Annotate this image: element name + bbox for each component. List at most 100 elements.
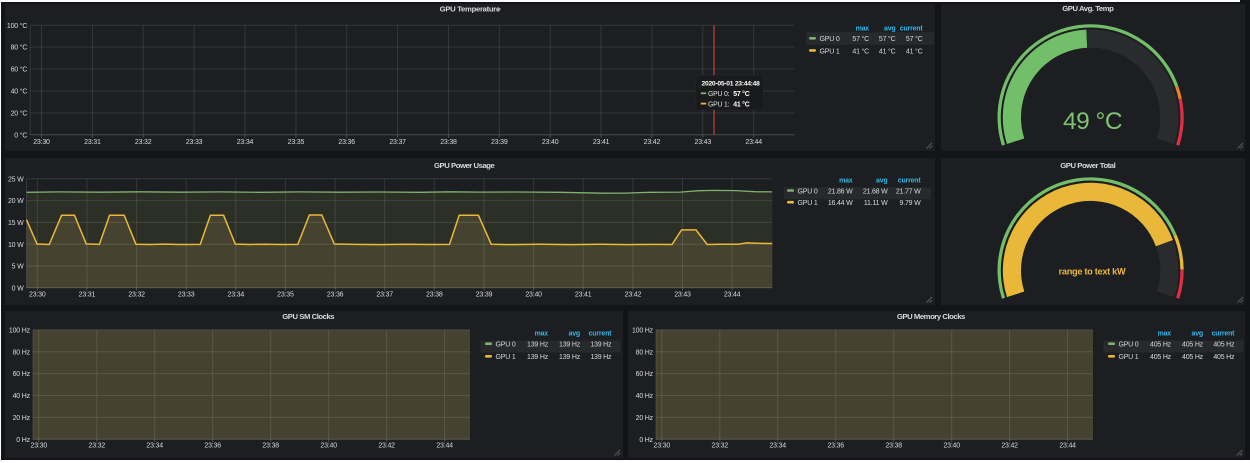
svg-text:40 Hz: 40 Hz — [636, 393, 654, 400]
svg-text:23:39: 23:39 — [476, 291, 493, 298]
svg-text:GPU 1: GPU 1 — [820, 48, 840, 55]
svg-text:100 Hz: 100 Hz — [9, 327, 31, 334]
svg-text:23:36: 23:36 — [327, 291, 344, 298]
svg-text:57 °C: 57 °C — [852, 35, 869, 43]
svg-text:60 Hz: 60 Hz — [13, 371, 31, 378]
svg-text:23:30: 23:30 — [33, 139, 50, 146]
svg-text:405 Hz: 405 Hz — [1182, 354, 1204, 361]
svg-text:GPU 1: GPU 1 — [496, 354, 516, 361]
svg-text:41 °C: 41 °C — [733, 101, 750, 109]
svg-text:100 °C: 100 °C — [7, 22, 27, 30]
svg-text:405 Hz: 405 Hz — [1150, 342, 1172, 349]
svg-text:GPU 0: GPU 0 — [1119, 342, 1139, 349]
svg-text:23:33: 23:33 — [186, 139, 203, 146]
svg-text:41 °C: 41 °C — [906, 47, 923, 55]
svg-text:23:36: 23:36 — [204, 443, 221, 450]
svg-text:40 Hz: 40 Hz — [13, 393, 31, 400]
svg-text:100 Hz: 100 Hz — [632, 327, 654, 334]
svg-text:max: max — [839, 177, 853, 184]
svg-text:23:43: 23:43 — [674, 291, 691, 298]
svg-text:max: max — [856, 25, 870, 32]
svg-text:41 °C: 41 °C — [852, 47, 869, 55]
svg-text:23:42: 23:42 — [1002, 442, 1019, 449]
svg-text:23:42: 23:42 — [625, 291, 642, 298]
svg-text:current: current — [900, 25, 924, 32]
svg-text:0 °C: 0 °C — [14, 131, 27, 139]
svg-text:139 Hz: 139 Hz — [527, 342, 549, 349]
svg-text:23:40: 23:40 — [944, 442, 961, 449]
svg-text:23:40: 23:40 — [542, 139, 559, 146]
svg-text:40 °C: 40 °C — [11, 88, 28, 96]
svg-text:GPU 0: GPU 0 — [798, 188, 818, 195]
svg-text:avg: avg — [884, 25, 895, 32]
svg-text:GPU 1: GPU 1 — [1119, 354, 1139, 361]
svg-text:23:38: 23:38 — [886, 442, 903, 449]
svg-text:21.68 W: 21.68 W — [863, 188, 888, 195]
svg-text:GPU SM Clocks: GPU SM Clocks — [282, 312, 334, 321]
svg-text:15 W: 15 W — [8, 220, 24, 227]
svg-text:21.77 W: 21.77 W — [896, 188, 921, 195]
svg-text:41 °C: 41 °C — [879, 47, 896, 55]
svg-text:20 Hz: 20 Hz — [636, 415, 654, 422]
svg-text:23:34: 23:34 — [770, 442, 787, 449]
svg-text:23:37: 23:37 — [389, 139, 406, 146]
svg-text:23:43: 23:43 — [695, 139, 712, 146]
svg-text:GPU 0:: GPU 0: — [708, 91, 730, 98]
svg-text:0 Hz: 0 Hz — [16, 437, 30, 444]
svg-text:range to text kW: range to text kW — [1058, 266, 1125, 276]
svg-text:405 Hz: 405 Hz — [1214, 354, 1236, 361]
svg-text:23:34: 23:34 — [228, 291, 245, 298]
svg-text:60 °C: 60 °C — [11, 66, 28, 74]
svg-text:23:34: 23:34 — [146, 443, 163, 450]
svg-text:23:44: 23:44 — [724, 291, 741, 298]
svg-text:23:37: 23:37 — [376, 291, 393, 298]
svg-text:23:42: 23:42 — [378, 443, 395, 450]
svg-text:GPU 1: GPU 1 — [798, 200, 818, 207]
svg-text:max: max — [1158, 331, 1172, 338]
svg-text:23:38: 23:38 — [440, 139, 457, 146]
svg-text:max: max — [535, 331, 549, 338]
svg-text:23:44: 23:44 — [436, 443, 453, 450]
svg-text:57 °C: 57 °C — [733, 90, 750, 98]
svg-text:GPU Avg. Temp: GPU Avg. Temp — [1062, 4, 1114, 13]
svg-text:80 °C: 80 °C — [11, 44, 28, 52]
svg-text:23:41: 23:41 — [593, 139, 610, 146]
svg-text:GPU 0: GPU 0 — [820, 36, 840, 43]
svg-text:23:38: 23:38 — [426, 291, 443, 298]
svg-text:5 W: 5 W — [12, 263, 24, 270]
svg-text:20 W: 20 W — [8, 198, 24, 205]
svg-text:23:35: 23:35 — [288, 139, 305, 146]
svg-text:23:30: 23:30 — [29, 291, 46, 298]
svg-text:139 Hz: 139 Hz — [559, 342, 581, 349]
svg-text:2020-05-01 23:44:48: 2020-05-01 23:44:48 — [702, 80, 761, 87]
svg-text:60 Hz: 60 Hz — [636, 371, 654, 378]
svg-text:49 °C: 49 °C — [1062, 108, 1121, 135]
svg-text:21.86 W: 21.86 W — [828, 188, 853, 195]
svg-text:23:32: 23:32 — [712, 442, 729, 449]
svg-text:current: current — [898, 177, 922, 184]
svg-text:avg: avg — [569, 331, 580, 338]
svg-text:57 °C: 57 °C — [906, 35, 923, 43]
svg-text:23:44: 23:44 — [1060, 442, 1077, 449]
svg-text:23:34: 23:34 — [237, 139, 254, 146]
svg-text:25 W: 25 W — [8, 176, 24, 183]
svg-text:139 Hz: 139 Hz — [559, 354, 581, 361]
svg-text:23:33: 23:33 — [178, 291, 195, 298]
svg-text:11.11 W: 11.11 W — [864, 200, 888, 207]
svg-text:avg: avg — [876, 177, 887, 184]
svg-text:23:31: 23:31 — [84, 139, 101, 146]
svg-text:139 Hz: 139 Hz — [590, 354, 612, 361]
svg-text:20 Hz: 20 Hz — [13, 415, 31, 422]
svg-text:57 °C: 57 °C — [879, 35, 896, 43]
svg-text:23:44: 23:44 — [745, 139, 762, 146]
svg-text:23:30: 23:30 — [654, 442, 671, 449]
svg-text:139 Hz: 139 Hz — [590, 342, 612, 349]
svg-text:23:31: 23:31 — [79, 291, 96, 298]
svg-text:405 Hz: 405 Hz — [1182, 342, 1204, 349]
svg-text:23:32: 23:32 — [128, 291, 145, 298]
svg-text:23:36: 23:36 — [338, 139, 355, 146]
svg-text:23:42: 23:42 — [644, 139, 661, 146]
svg-text:23:30: 23:30 — [31, 443, 48, 450]
svg-text:16.44 W: 16.44 W — [828, 200, 853, 207]
svg-text:23:38: 23:38 — [262, 443, 279, 450]
